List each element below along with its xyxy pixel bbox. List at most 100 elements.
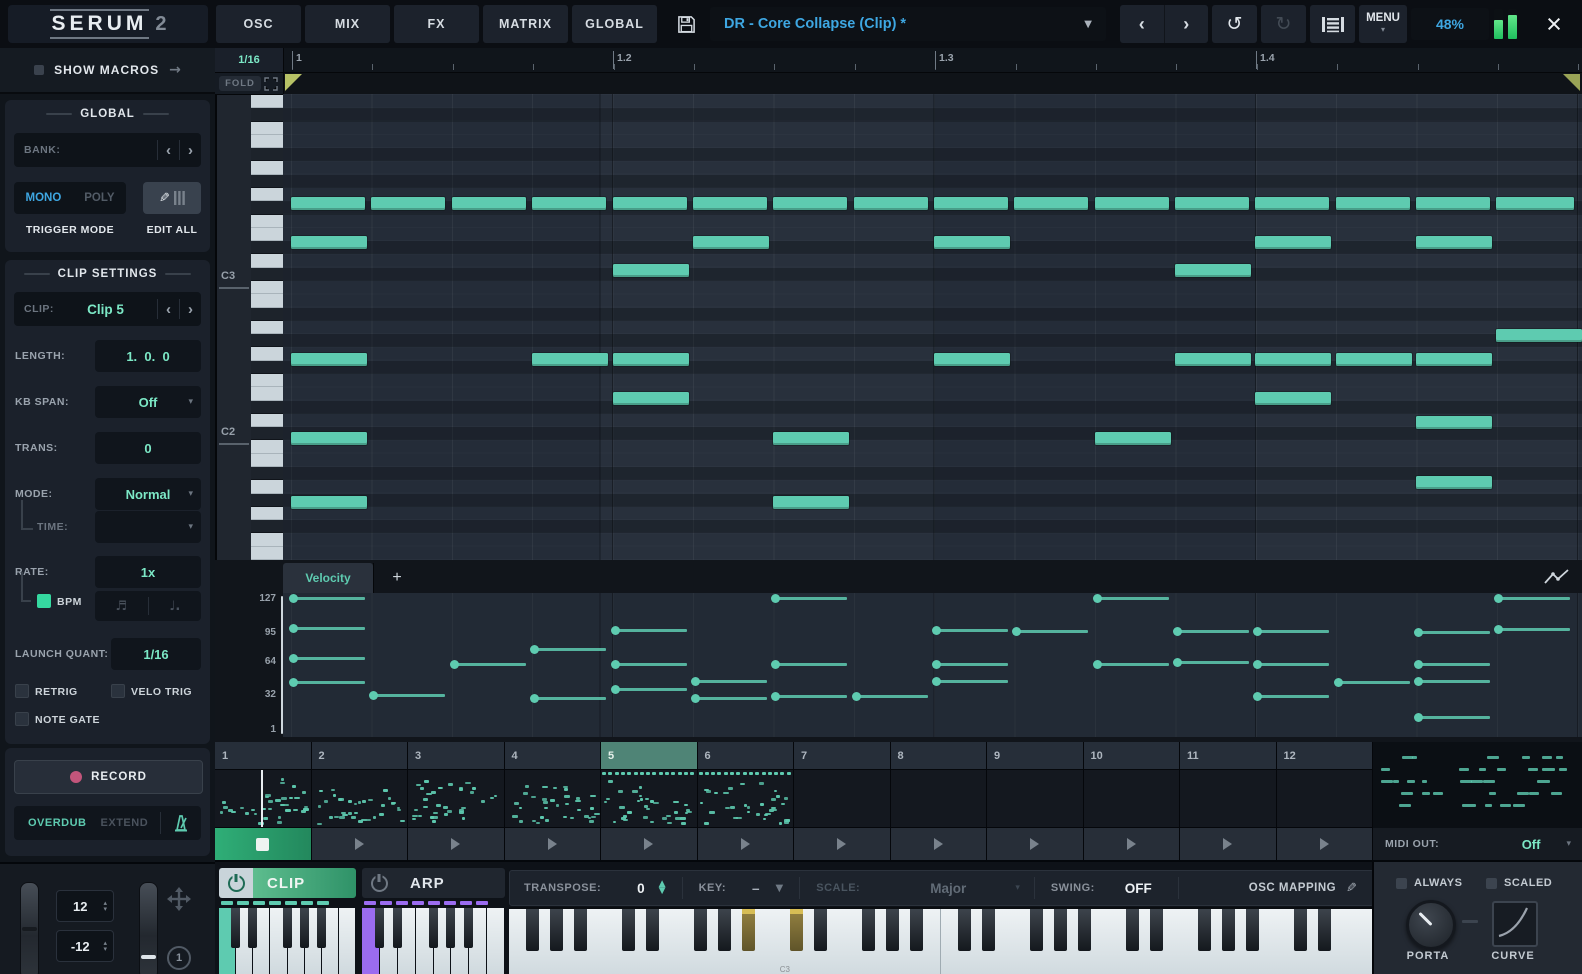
velo-trig-checkbox[interactable] (111, 684, 125, 698)
velocity-bar[interactable] (293, 626, 365, 630)
velocity-point[interactable] (1011, 626, 1021, 636)
osc-mapping-button[interactable]: OSC MAPPING (1249, 882, 1336, 894)
key-dropdown-icon[interactable]: ▼ (776, 883, 784, 894)
move-icon[interactable] (166, 886, 192, 912)
bank-selector[interactable]: BANK: ‹ › (14, 133, 201, 167)
edit-all-button[interactable]: ✎ (143, 182, 201, 214)
black-key[interactable] (299, 908, 309, 948)
velocity-bar[interactable] (615, 628, 687, 632)
slot-play-button[interactable] (1180, 828, 1276, 860)
clip-prev-button[interactable]: ‹ (158, 301, 179, 318)
midi-note[interactable] (613, 353, 689, 366)
close-button[interactable]: × (1526, 0, 1582, 48)
midi-note[interactable] (773, 197, 847, 210)
slot-header[interactable]: 8 (890, 742, 986, 770)
velocity-bar[interactable] (695, 679, 767, 683)
midi-note[interactable] (693, 236, 769, 249)
velocity-bar[interactable] (1257, 629, 1329, 633)
velocity-point[interactable] (1092, 659, 1102, 669)
black-key[interactable] (251, 334, 283, 348)
arp-mini-keyboard[interactable] (362, 908, 505, 974)
loop-end-marker[interactable] (1563, 74, 1580, 91)
swing-value[interactable]: OFF (1125, 881, 1152, 896)
white-key[interactable] (251, 440, 283, 454)
slot-play-button[interactable] (890, 828, 986, 860)
velocity-bar[interactable] (293, 656, 365, 660)
highlighted-black-key[interactable] (742, 909, 756, 951)
dotted-note-button[interactable]: ♩. (149, 599, 202, 614)
velocity-bar[interactable] (1097, 597, 1169, 601)
midi-note[interactable] (1336, 197, 1410, 210)
velocity-bar[interactable] (775, 597, 847, 601)
white-key[interactable] (251, 134, 283, 149)
black-key[interactable] (1317, 909, 1331, 951)
porta-knob[interactable] (1406, 900, 1456, 950)
velocity-point[interactable] (288, 653, 298, 663)
velocity-point[interactable] (1413, 627, 1423, 637)
velocity-point[interactable] (931, 659, 941, 669)
poly-option[interactable]: POLY (84, 192, 114, 204)
white-key[interactable] (251, 347, 283, 361)
velocity-bar[interactable] (1177, 660, 1249, 664)
black-key[interactable] (526, 909, 540, 951)
white-key[interactable] (251, 214, 283, 228)
midi-note[interactable] (532, 197, 606, 210)
midi-note[interactable] (934, 353, 1010, 366)
midi-note[interactable] (1416, 353, 1492, 366)
slot-header[interactable]: 9 (987, 742, 1083, 770)
slot-header[interactable]: 7 (794, 742, 890, 770)
kb-span-dropdown[interactable]: Off ▾ (95, 386, 201, 418)
velocity-point[interactable] (770, 594, 780, 604)
overdub-toggle[interactable]: OVERDUB EXTEND (14, 806, 201, 840)
clip-selector[interactable]: CLIP: Clip 5 ‹ › (14, 292, 201, 326)
black-key[interactable] (251, 307, 283, 321)
tab-fx[interactable]: FX (394, 5, 479, 43)
white-key[interactable] (487, 908, 505, 974)
slot-play-button[interactable] (601, 828, 697, 860)
mod-slot-badge[interactable]: 1 (167, 946, 191, 970)
black-key[interactable] (981, 909, 995, 951)
menu-button[interactable]: MENU ▾ (1359, 5, 1407, 43)
black-key[interactable] (1125, 909, 1139, 951)
black-key[interactable] (957, 909, 971, 951)
piano-keys-column[interactable] (251, 95, 283, 560)
velocity-point[interactable] (690, 694, 700, 704)
black-key[interactable] (1077, 909, 1091, 951)
midi-note[interactable] (693, 197, 767, 210)
black-key[interactable] (251, 108, 283, 122)
velocity-point[interactable] (1172, 626, 1182, 636)
white-key[interactable] (1348, 909, 1372, 974)
master-volume-display[interactable]: 48% (1411, 8, 1489, 40)
velocity-point[interactable] (449, 659, 459, 669)
slot-header[interactable]: 12 (1276, 742, 1372, 770)
mode-dropdown[interactable]: Normal ▾ (95, 478, 201, 510)
slot-header[interactable]: 4 (504, 742, 600, 770)
black-key[interactable] (1029, 909, 1043, 951)
clip-mini-keyboard[interactable] (219, 908, 356, 974)
arp-module-title[interactable]: ARP (396, 868, 505, 898)
white-key[interactable] (251, 187, 283, 202)
velocity-bar[interactable] (775, 662, 847, 666)
stepper-arrows-icon[interactable]: ▴ ▾ (103, 940, 107, 953)
white-key[interactable] (251, 506, 283, 521)
velocity-bar[interactable] (615, 687, 687, 691)
highlighted-black-key[interactable] (790, 909, 804, 951)
midi-note[interactable] (291, 197, 365, 210)
curve-button[interactable] (1492, 901, 1538, 947)
bpm-checkbox[interactable] (37, 594, 51, 608)
midi-note[interactable] (1175, 197, 1249, 210)
slot-play-button[interactable] (1276, 828, 1372, 860)
midi-note[interactable] (1095, 432, 1171, 445)
midi-note[interactable] (1255, 353, 1331, 366)
velocity-point[interactable] (1252, 659, 1262, 669)
timeline-ruler[interactable]: 1 1.2 1.3 1.4 (284, 48, 1582, 72)
show-macros-button[interactable]: SHOW MACROS → (0, 48, 215, 94)
black-key[interactable] (574, 909, 588, 951)
velocity-bar[interactable] (1338, 680, 1410, 684)
velocity-point[interactable] (931, 676, 941, 686)
velocity-point[interactable] (1413, 676, 1423, 686)
slot-header[interactable]: 2 (311, 742, 407, 770)
velocity-point[interactable] (529, 694, 539, 704)
velocity-bar[interactable] (856, 695, 928, 699)
black-key[interactable] (1245, 909, 1259, 951)
